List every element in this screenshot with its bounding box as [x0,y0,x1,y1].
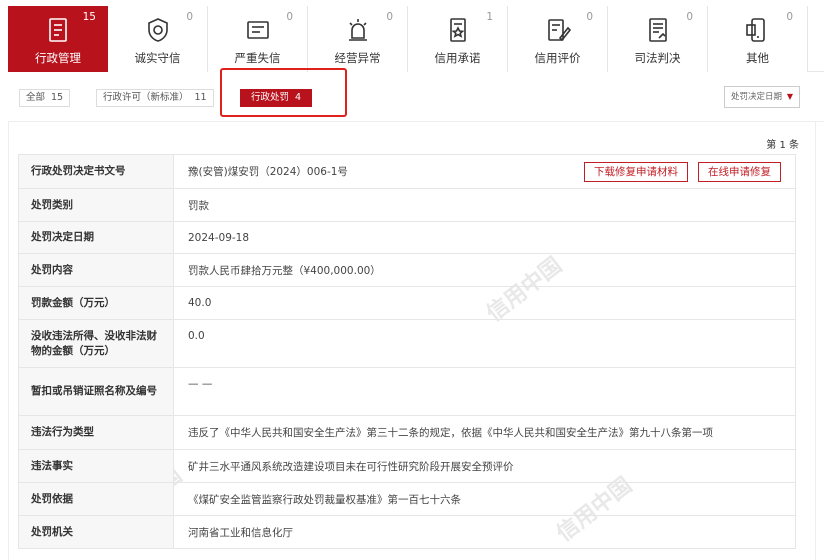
table-row: 行政处罚决定书文号 豫(安管)煤安罚（2024）006-1号 下载修复申请材料 … [18,154,796,189]
row-key: 没收违法所得、没收非法财物的金额（万元） [18,319,174,368]
page-info: 第 1 条 [766,140,799,151]
tab-label: 行政管理 [35,51,81,65]
table-row: 没收违法所得、没收非法财物的金额（万元） 0.0 [18,319,796,368]
highlight-annotation-box [220,68,347,117]
tab-count: 0 [786,11,793,23]
row-key: 处罚机关 [18,515,174,549]
tab-serious-dishonesty[interactable]: 0 严重失信 [208,6,308,72]
row-value: 0.0 [173,319,796,368]
row-key: 处罚内容 [18,253,174,287]
table-row: 处罚机关 河南省工业和信息化厅 [18,515,796,549]
row-value: — — [173,367,796,416]
row-key: 罚款金额（万元） [18,286,174,320]
row-value: 河南省工业和信息化厅 [173,515,796,549]
row-key: 处罚决定日期 [18,221,174,254]
other-app-icon [743,15,773,45]
row-value: 40.0 [173,286,796,320]
table-row: 违法行为类型 违反了《中华人民共和国安全生产法》第三十二条的规定，依据《中华人民… [18,415,796,450]
promise-scroll-icon [443,15,473,45]
table-row: 处罚决定日期 2024-09-18 [18,221,796,254]
table-row: 罚款金额（万元） 40.0 [18,286,796,320]
evaluation-edit-icon [543,15,573,45]
row-value-cell: 豫(安管)煤安罚（2024）006-1号 下载修复申请材料 在线申请修复 [173,154,796,189]
row-key: 违法行为类型 [18,415,174,450]
online-repair-apply-button[interactable]: 在线申请修复 [698,161,781,182]
tab-administrative-management[interactable]: 15 行政管理 [8,6,108,72]
tab-count: 0 [586,11,593,23]
chip-label: 行政许可（新标准） [103,92,189,103]
row-key: 暂扣或吊销证照名称及编号 [18,367,174,416]
tab-credit-promise[interactable]: 1 信用承诺 [408,6,508,72]
row-value: 罚款人民币肆拾万元整（¥400,000.00） [173,253,796,287]
tab-label: 司法判决 [634,51,681,65]
sort-select-value: 处罚决定日期 [731,92,783,102]
row-value: 违反了《中华人民共和国安全生产法》第三十二条的规定，依据《中华人民共和国安全生产… [173,415,796,450]
tab-label: 经营异常 [334,51,381,65]
caret-down-icon: ▼ [786,92,793,101]
filter-admin-license-chip[interactable]: 行政许可（新标准） 11 [96,89,214,107]
chip-count: 15 [51,92,64,103]
tab-label: 诚实守信 [134,51,181,65]
tab-credit-evaluation[interactable]: 0 信用评价 [508,6,608,72]
penalty-detail-card: 信用中国 信用中国 信用中国 第 1 条 行政处罚决定书文号 豫(安管)煤安罚（… [8,122,816,560]
tab-count: 0 [386,11,393,23]
tab-count: 0 [286,11,293,23]
row-key: 违法事实 [18,449,174,483]
sub-filter-row: 全部 15 行政许可（新标准） 11 行政处罚 4 处罚决定日期 ▼ [8,72,824,122]
table-row: 暂扣或吊销证照名称及编号 — — [18,367,796,416]
tab-count: 0 [186,11,193,23]
judgment-document-icon [643,15,673,45]
table-row: 违法事实 矿井三水平通风系统改造建设项目未在可行性研究阶段开展安全预评价 [18,449,796,483]
tab-judicial-judgment[interactable]: 0 司法判决 [608,6,708,72]
chip-count: 11 [194,92,207,103]
download-repair-materials-button[interactable]: 下载修复申请材料 [584,161,688,182]
table-row: 处罚依据 《煤矿安全监管监察行政处罚裁量权基准》第一百七十六条 [18,482,796,516]
tab-label: 信用承诺 [434,51,481,65]
row-key: 处罚类别 [18,188,174,222]
category-tab-bar: 15 行政管理 0 诚实守信 0 严重失信 0 经营异常 1 信用承诺 0 信用… [8,6,824,72]
table-row: 处罚类别 罚款 [18,188,796,222]
row-value: 《煤矿安全监管监察行政处罚裁量权基准》第一百七十六条 [173,482,796,516]
sort-date-select[interactable]: 处罚决定日期 ▼ [724,86,800,108]
tab-count: 15 [82,11,96,23]
tab-label: 其他 [746,51,769,65]
document-list-icon [43,15,73,45]
row-key: 行政处罚决定书文号 [18,154,174,189]
tab-label: 严重失信 [234,51,281,65]
row-value: 矿井三水平通风系统改造建设项目未在可行性研究阶段开展安全预评价 [173,449,796,483]
tab-count: 0 [686,11,693,23]
shield-badge-icon [143,15,173,45]
tab-label: 信用评价 [534,51,581,65]
alarm-beacon-icon [343,15,373,45]
tab-count: 1 [486,11,493,23]
filter-all-chip[interactable]: 全部 15 [19,89,71,107]
tab-honest-trustworthy[interactable]: 0 诚实守信 [108,6,208,72]
row-value: 罚款 [173,188,796,222]
tab-business-abnormal[interactable]: 0 经营异常 [308,6,408,72]
row-key: 处罚依据 [18,482,174,516]
tab-other[interactable]: 0 其他 [708,6,808,72]
penalty-detail-table: 行政处罚决定书文号 豫(安管)煤安罚（2024）006-1号 下载修复申请材料 … [18,154,796,549]
table-row: 处罚内容 罚款人民币肆拾万元整（¥400,000.00） [18,253,796,287]
dishonest-person-card-icon [243,15,273,45]
chip-label: 全部 [26,92,46,103]
repair-buttons: 下载修复申请材料 在线申请修复 [584,161,781,182]
row-value: 2024-09-18 [173,221,796,254]
row-value: 豫(安管)煤安罚（2024）006-1号 [188,166,348,178]
